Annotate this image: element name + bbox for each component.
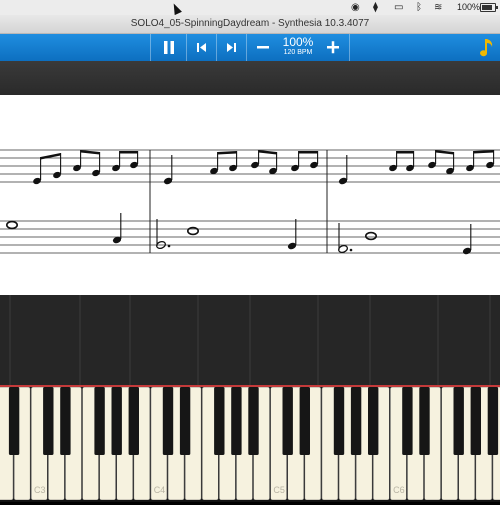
black-key[interactable] [282,387,293,455]
black-key[interactable] [8,387,20,455]
black-key[interactable] [402,387,413,455]
black-key[interactable] [299,387,310,455]
battery-percent: 100% [457,2,481,12]
slower-button[interactable] [248,34,278,61]
dot [349,248,353,252]
cast-icon[interactable]: ▭ [394,2,403,13]
black-key[interactable] [162,387,174,455]
speed-display: 100% 120 BPM [278,36,318,57]
black-key[interactable] [60,387,71,455]
plus-icon [327,41,339,54]
falling-notes-area [0,295,500,385]
octave-label: C3 [34,485,46,495]
pause-icon [164,41,174,54]
playback-toolbar: 100% 120 BPM [0,34,500,61]
toolbar-divider [246,34,247,61]
note-beam [80,150,100,155]
black-key[interactable] [333,387,345,455]
whole-note [364,231,377,241]
octave-label: C5 [273,485,285,495]
black-key[interactable] [128,387,139,455]
piano-keyboard[interactable]: C3 C4 C5 C6 [0,385,500,502]
black-key[interactable] [248,387,259,455]
minus-icon [257,46,269,49]
note-beam [298,151,318,154]
black-key[interactable] [111,387,122,455]
note-beam [217,151,237,155]
dropbox-icon[interactable]: ⧫ [373,2,378,13]
music-note-icon [480,39,493,57]
black-key[interactable] [231,387,242,455]
octave-label: C6 [393,485,405,495]
black-key[interactable] [214,387,225,455]
black-key[interactable] [487,387,499,455]
window-title: SOLO4_05-SpinningDaydream - Synthesia 10… [0,15,500,34]
dark-header-strip [0,61,500,95]
black-key[interactable] [419,387,430,455]
bass-staff-lines [0,220,500,254]
previous-button[interactable] [187,34,216,61]
music-menu-button[interactable] [478,34,498,61]
bar-lines [149,150,328,253]
black-key[interactable] [179,387,191,455]
black-key[interactable] [368,387,379,455]
record-icon[interactable]: ◉ [351,2,360,13]
black-key[interactable] [43,387,54,455]
bluetooth-icon[interactable]: ᛒ [416,2,422,13]
note-beam [435,150,454,155]
black-key[interactable] [470,387,481,455]
piano-keys: C3 C4 C5 C6 [0,386,500,501]
toolbar-divider [349,34,350,61]
previous-icon [197,43,206,52]
tempo-bpm: 120 BPM [283,49,313,56]
whole-note [6,220,18,230]
note-lanes [0,295,500,385]
battery-icon[interactable] [480,3,498,12]
faster-button[interactable] [318,34,348,61]
wifi-icon[interactable]: ≋ [434,2,442,13]
music-staff [0,149,500,255]
note-beam [473,150,494,154]
note-beam [396,151,414,154]
black-key[interactable] [350,387,362,455]
octave-label: C4 [154,485,166,495]
black-key[interactable] [453,387,464,455]
note-beam [40,153,61,160]
sheet-music[interactable] [0,95,500,295]
menu-bar: ◉ ⧫ ▭ ᛒ ≋ 100% [0,0,500,15]
pause-button[interactable] [152,34,186,61]
speed-percent: 100% [282,35,314,49]
note-beam [258,150,277,155]
dot [167,244,171,248]
black-key[interactable] [94,387,105,455]
note-beam [119,151,138,154]
toolbar-divider [150,34,151,61]
next-button[interactable] [217,34,246,61]
next-icon [227,43,236,52]
